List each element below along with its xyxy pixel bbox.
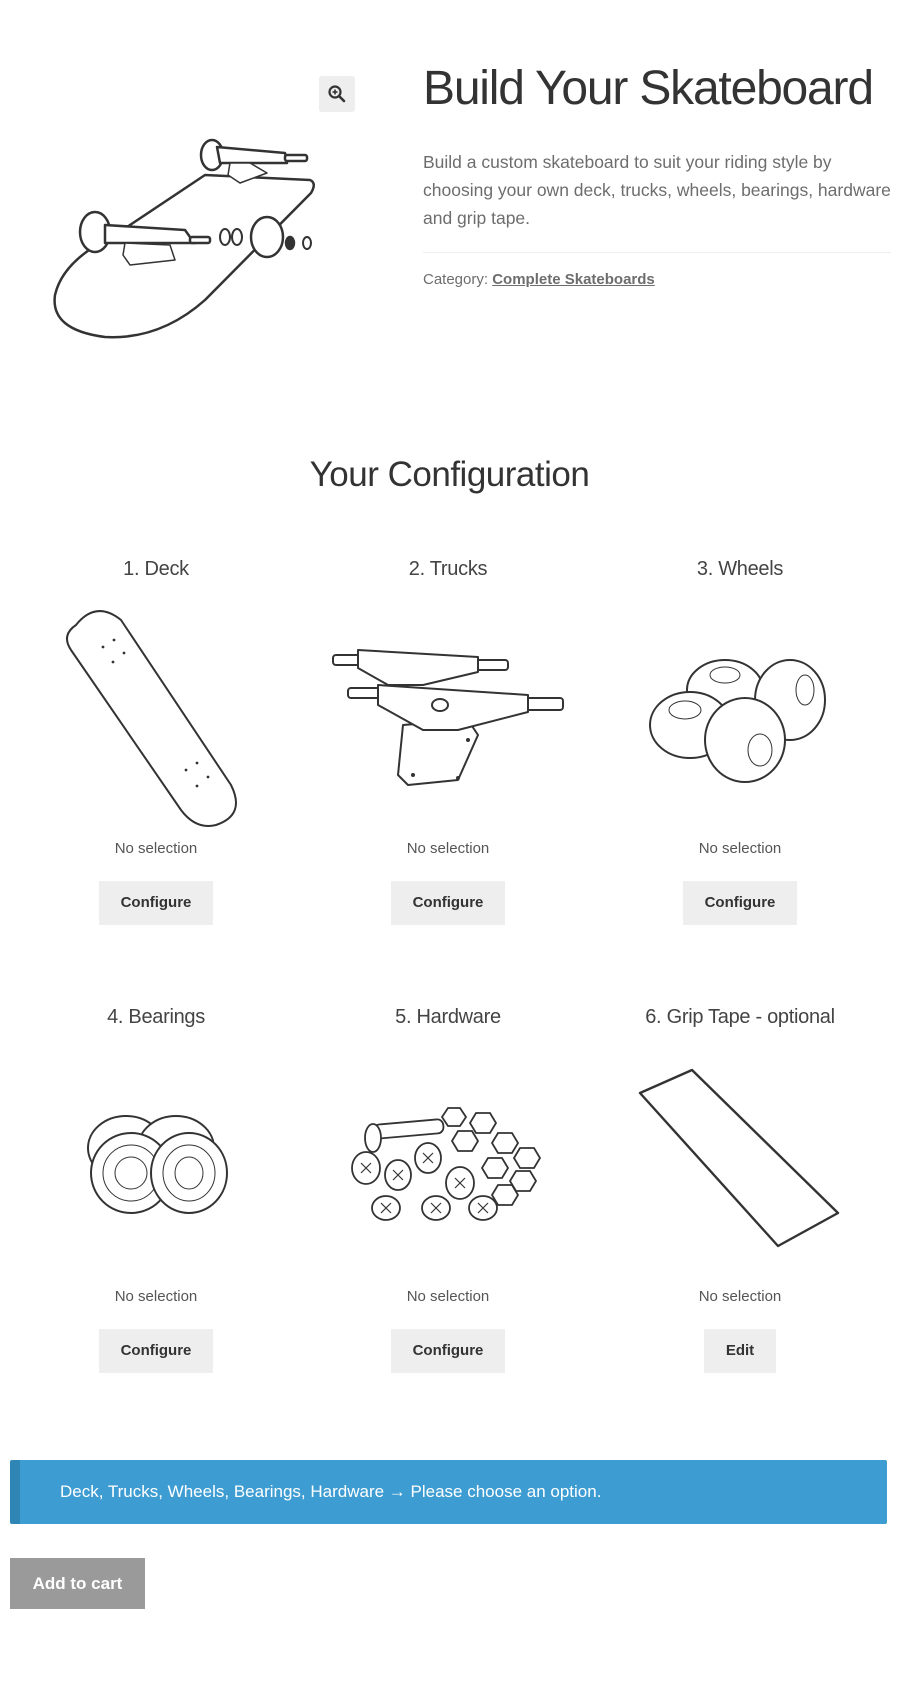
- configure-hardware-button[interactable]: Configure: [390, 1329, 506, 1373]
- product-category: Category: Complete Skateboards: [423, 271, 893, 288]
- component-status: No selection: [406, 1288, 490, 1305]
- component-hardware: 5. Hardware No selection Configure: [302, 1006, 594, 1373]
- product-summary: Build Your Skateboard Build a custom ska…: [423, 60, 893, 288]
- edit-grip-tape-button[interactable]: Edit: [703, 1329, 777, 1373]
- component-image[interactable]: [302, 1048, 594, 1278]
- product-title: Build Your Skateboard: [423, 62, 874, 115]
- component-title: 6. Grip Tape - optional: [645, 1006, 835, 1028]
- component-deck: 1. Deck No selection Configure: [10, 558, 302, 925]
- configuration-title: Your Configuration: [309, 455, 590, 494]
- component-wheels: 3. Wheels No selection Configure: [594, 558, 886, 925]
- category-label: Category:: [423, 271, 489, 288]
- product-description: Build a custom skateboard to suit your r…: [423, 152, 891, 228]
- trucks-illustration: [332, 649, 564, 786]
- category-link[interactable]: Complete Skateboards: [492, 271, 655, 288]
- product-main-image[interactable]: [45, 125, 320, 365]
- component-bearings: 4. Bearings No selection Configure: [10, 1006, 302, 1373]
- component-image[interactable]: [10, 1048, 302, 1278]
- deck-illustration: [66, 610, 237, 827]
- bearings-illustration: [87, 1115, 228, 1214]
- configure-trucks-button[interactable]: Configure: [390, 881, 506, 925]
- component-status: No selection: [406, 840, 490, 857]
- component-grip-tape: 6. Grip Tape - optional No selection Edi…: [594, 1006, 886, 1373]
- component-status: No selection: [698, 840, 782, 857]
- component-image[interactable]: [302, 600, 594, 830]
- validation-notice: Deck, Trucks, Wheels, Bearings, Hardware…: [10, 1460, 887, 1524]
- component-title: 3. Wheels: [696, 558, 784, 580]
- component-image[interactable]: [594, 600, 886, 830]
- component-title: 4. Bearings: [107, 1006, 205, 1028]
- summary-divider: [423, 252, 891, 253]
- component-image[interactable]: [594, 1048, 886, 1278]
- component-title: 2. Trucks: [408, 558, 488, 580]
- component-title: 5. Hardware: [395, 1006, 501, 1028]
- component-image[interactable]: [10, 600, 302, 830]
- configure-deck-button[interactable]: Configure: [98, 881, 214, 925]
- configure-bearings-button[interactable]: Configure: [98, 1329, 214, 1373]
- add-to-cart-button[interactable]: Add to cart: [10, 1558, 145, 1609]
- component-status: No selection: [698, 1288, 782, 1305]
- gallery-zoom-button[interactable]: [319, 76, 355, 112]
- wheels-illustration: [649, 659, 826, 783]
- component-status: No selection: [114, 840, 198, 857]
- grip-tape-illustration: [638, 1068, 840, 1248]
- zoom-in-icon: [328, 85, 346, 103]
- component-title: 1. Deck: [123, 558, 189, 580]
- component-status: No selection: [114, 1288, 198, 1305]
- configure-wheels-button[interactable]: Configure: [682, 881, 798, 925]
- hardware-illustration: [351, 1107, 542, 1221]
- component-trucks: 2. Trucks No selection Configure: [302, 558, 594, 925]
